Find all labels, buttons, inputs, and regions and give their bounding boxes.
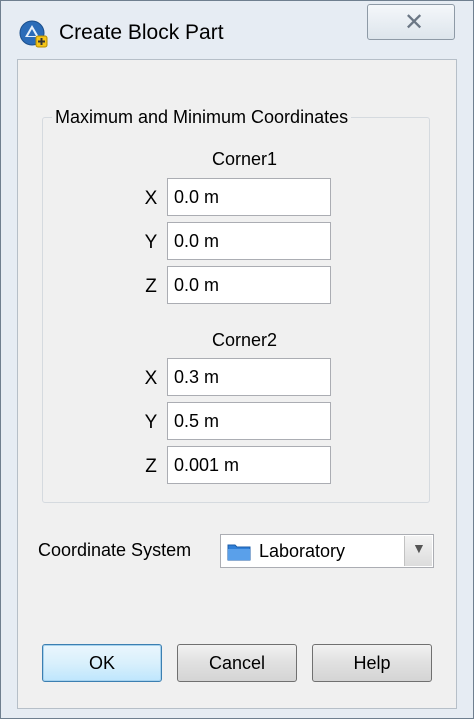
corner2-z-field[interactable] [167,446,331,484]
corner1-y-field[interactable] [167,222,331,260]
corner1-label: Corner1 [212,149,278,169]
cancel-button[interactable]: Cancel [177,644,297,682]
corner1-y-label: Y [144,232,158,253]
corner1-z-field[interactable] [167,266,331,304]
corner2-label: Corner2 [212,330,278,350]
corner2-x-field[interactable] [167,358,331,396]
window-title: Create Block Part [59,21,224,44]
corner2-z-label: Z [145,456,157,477]
folder-icon [227,544,251,561]
close-icon: ✕ [404,9,425,36]
coordinate-system-select[interactable]: Laboratory ▼ [220,534,434,568]
coordinate-system-label: Coordinate System [38,540,192,560]
corner2-x-label: X [144,368,158,389]
corner1-x-field[interactable] [167,178,331,216]
close-button[interactable]: ✕ [367,4,455,40]
app-icon [19,20,48,48]
title-bar[interactable]: Create Block Part ✕ [1,1,473,59]
dropdown-arrow-button[interactable]: ▼ [404,536,432,566]
corner1-x-label: X [144,188,158,209]
corner2-y-label: Y [144,412,158,433]
dialog-body: Maximum and Minimum Coordinates Corner1 … [17,59,457,709]
groupbox-title: Maximum and Minimum Coordinates [52,107,352,128]
coordinate-system-value: Laboratory [259,541,346,561]
create-block-part-dialog: Create Block Part ✕ Maximum and Minimum … [0,0,474,719]
corner2-y-field[interactable] [167,402,331,440]
corner1-z-label: Z [145,276,157,297]
ok-button[interactable]: OK [42,644,162,682]
chevron-down-icon: ▼ [412,540,426,556]
help-button[interactable]: Help [312,644,432,682]
